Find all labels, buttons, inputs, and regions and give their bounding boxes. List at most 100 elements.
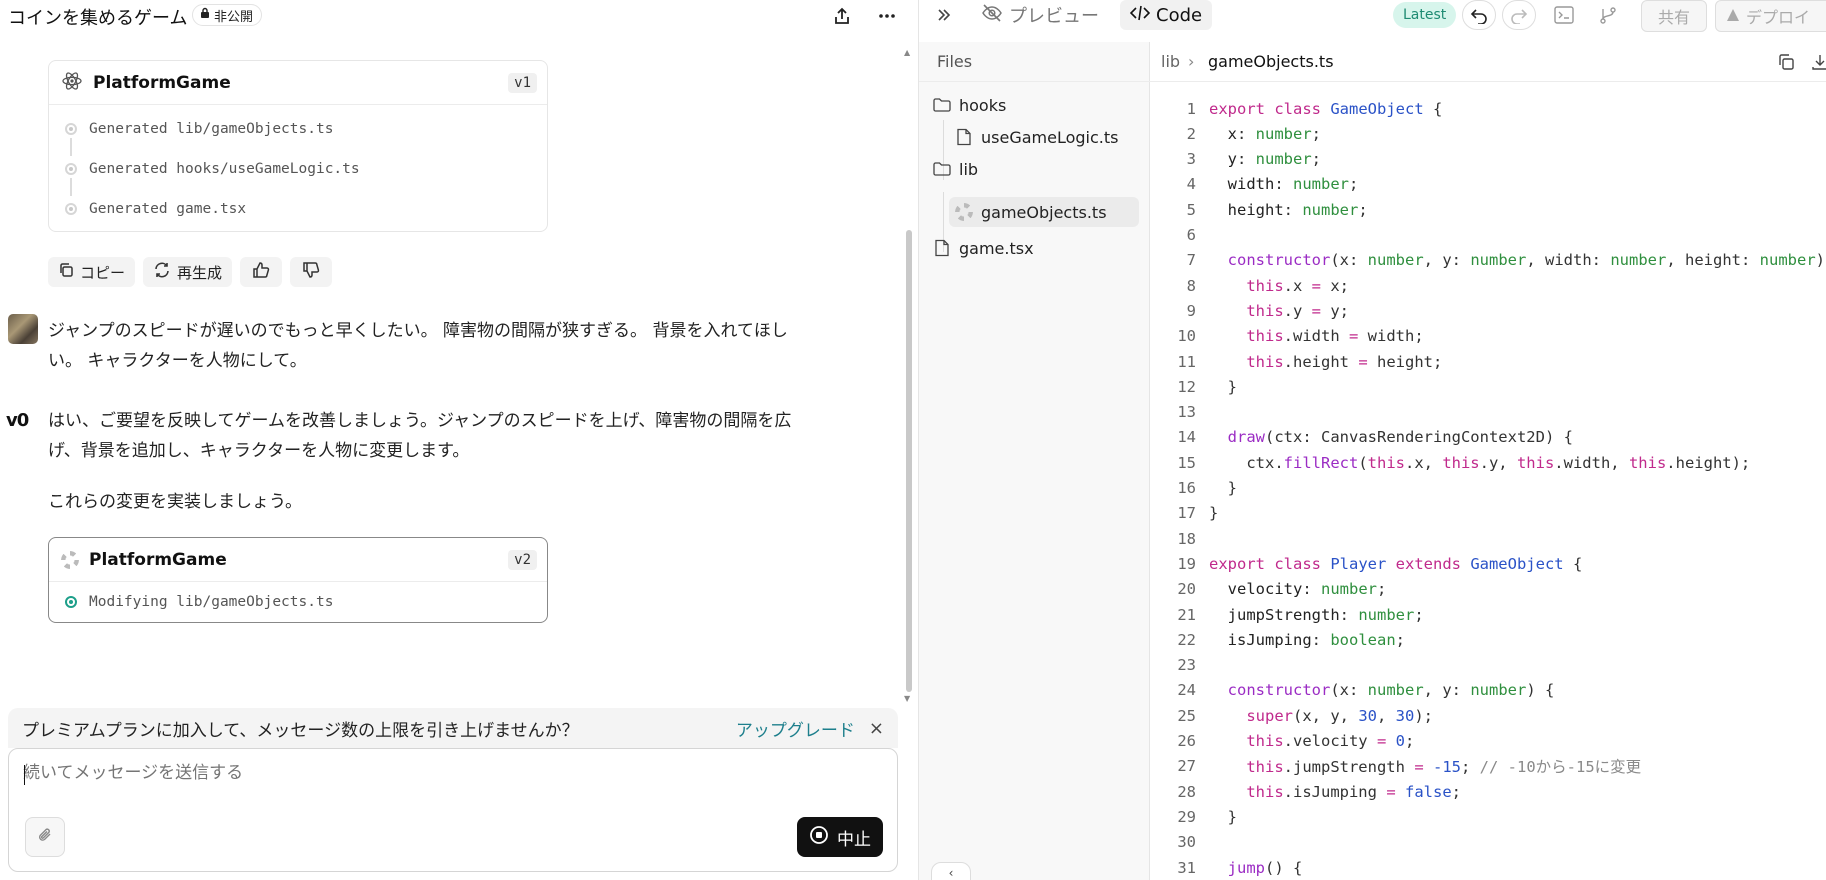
code-line: 31 jump() { [1150, 855, 1826, 880]
upgrade-link[interactable]: アップグレード [736, 716, 855, 741]
tree-file-useGameLogic[interactable]: useGameLogic.ts [955, 122, 1139, 152]
code-text: export class GameObject { [1209, 99, 1443, 118]
user-avatar [8, 314, 38, 344]
latest-badge: Latest [1393, 2, 1457, 28]
code-line: 4 width: number; [1150, 172, 1826, 197]
card-header: PlatformGame v1 [49, 61, 547, 105]
line-number: 2 [1186, 124, 1196, 143]
code-line: 24 constructor(x: number, y: number) { [1150, 678, 1826, 703]
line-number: 14 [1177, 428, 1196, 447]
close-upsell-icon[interactable]: × [869, 718, 884, 739]
deploy-button[interactable]: デプロイ [1715, 0, 1826, 32]
copy-code-icon[interactable] [1776, 52, 1796, 72]
code-text: isJumping: boolean; [1209, 630, 1405, 649]
copy-label: コピー [80, 263, 126, 282]
copy-button[interactable]: コピー [48, 257, 136, 287]
tree-folder-lib[interactable]: lib [933, 154, 1139, 184]
regenerate-button[interactable]: 再生成 [143, 257, 233, 287]
git-branch-icon[interactable] [1591, 0, 1625, 30]
artifact-card-v1[interactable]: PlatformGame v1 Generated lib/gameObject… [48, 60, 548, 232]
chat-scrollbar-thumb[interactable] [906, 230, 912, 692]
tab-preview-label: プレビュー [1009, 6, 1099, 27]
thumbs-up-button[interactable] [240, 257, 283, 287]
tree-label: lib [959, 159, 979, 179]
thumbs-up-icon [252, 261, 270, 283]
v0-logo-icon: v0 [6, 410, 29, 431]
file-icon [955, 128, 973, 146]
line-number: 31 [1177, 858, 1196, 877]
download-icon[interactable] [1810, 52, 1826, 72]
scroll-up-arrow-icon[interactable]: ▲ [904, 48, 910, 57]
line-number: 23 [1177, 656, 1196, 675]
code-text: draw(ctx: CanvasRenderingContext2D) { [1209, 428, 1573, 447]
line-number: 27 [1177, 757, 1196, 776]
chat-pane: コインを集めるゲーム 非公開 PlatformGame v1 Generated… [0, 0, 918, 880]
code-text: ctx.fillRect(this.x, this.y, this.width,… [1209, 453, 1751, 472]
card-header: PlatformGame v2 [49, 538, 547, 582]
more-options-icon[interactable] [875, 4, 899, 28]
code-text: } [1209, 807, 1237, 826]
version-badge: v2 [508, 549, 537, 570]
collapse-panel-icon[interactable]: ‹ [931, 862, 971, 880]
code-line: 26 this.velocity = 0; [1150, 729, 1826, 754]
code-line: 2 x: number; [1150, 121, 1826, 146]
code-text: this.velocity = 0; [1209, 732, 1415, 750]
code-text: this.width = width; [1209, 327, 1424, 346]
step-item: Generated game.tsx [49, 189, 547, 229]
tree-folder-hooks[interactable]: hooks [933, 90, 1139, 120]
code-line: 19 export class Player extends GameObject… [1150, 551, 1826, 576]
code-line: 18 [1150, 526, 1826, 551]
chat-title[interactable]: コインを集めるゲーム [8, 4, 187, 30]
visibility-badge[interactable]: 非公開 [192, 4, 263, 26]
code-editor[interactable]: 1 export class GameObject {2 x: number; 3 … [1150, 96, 1826, 880]
code-text: jump() { [1209, 858, 1303, 877]
artifact-card-v2[interactable]: PlatformGame v2 Modifying lib/gameObject… [48, 537, 548, 623]
code-text: this.jumpStrength = -15; // -10から-15に変更 [1209, 758, 1642, 777]
scroll-down-arrow-icon[interactable]: ▼ [904, 694, 910, 703]
code-line: 12 } [1150, 374, 1826, 399]
step-item: Modifying lib/gameObjects.ts [49, 582, 547, 622]
stop-button[interactable]: 中止 [797, 817, 883, 857]
code-icon [1129, 4, 1151, 27]
tab-code-label: Code [1156, 4, 1203, 26]
code-line: 23 [1150, 653, 1826, 678]
code-text: constructor(x: number, y: number, width:… [1209, 251, 1825, 270]
regenerate-label: 再生成 [177, 263, 223, 282]
share-button[interactable]: 共有 [1641, 0, 1707, 32]
line-number: 29 [1177, 807, 1196, 826]
tab-preview[interactable]: プレビュー [981, 0, 1099, 30]
workspace-pane: プレビュー Code Latest 共有 デプロイ Files hooks us… [918, 0, 1826, 880]
user-message: ジャンプのスピードが遅いのでもっと早くしたい。 障害物の間隔が狭すぎる。 背景を… [48, 321, 788, 371]
message-input[interactable] [23, 763, 843, 783]
chat-header: コインを集めるゲーム 非公開 [0, 0, 918, 30]
refresh-icon [153, 261, 171, 283]
attach-button[interactable] [25, 817, 65, 857]
breadcrumb-folder[interactable]: lib [1161, 52, 1180, 71]
copy-icon [58, 262, 74, 282]
stop-label: 中止 [837, 829, 871, 850]
tree-file-gameObjects[interactable]: gameObjects.ts [949, 197, 1139, 227]
code-line: 10 this.width = width; [1150, 324, 1826, 349]
redo-icon[interactable] [1502, 0, 1536, 30]
breadcrumb-file: gameObjects.ts [1208, 52, 1334, 71]
step-label: Modifying lib/gameObjects.ts [89, 594, 334, 610]
collapse-sidebar-icon[interactable] [935, 0, 953, 30]
terminal-icon[interactable] [1547, 0, 1581, 30]
upsell-banner: プレミアムプランに加入して、メッセージ数の上限を引き上げませんか？ アップグレー… [8, 708, 898, 748]
code-line: 27 this.jumpStrength = -15; // -10から-15に… [1150, 754, 1826, 779]
card-steps: Modifying lib/gameObjects.ts [49, 582, 547, 622]
message-actions: コピー 再生成 [48, 257, 333, 287]
tab-code[interactable]: Code [1120, 0, 1213, 30]
code-line: 9 this.y = y; [1150, 298, 1826, 323]
thumbs-down-button[interactable] [290, 257, 333, 287]
code-line: 28 this.isJumping = false; [1150, 779, 1826, 804]
folder-icon [933, 96, 951, 114]
line-number: 26 [1177, 732, 1196, 750]
lock-icon [199, 7, 211, 23]
share-icon[interactable] [830, 4, 854, 28]
code-line: 29 } [1150, 804, 1826, 829]
tree-file-game[interactable]: game.tsx [933, 233, 1139, 263]
undo-icon[interactable] [1462, 0, 1496, 30]
upsell-text: プレミアムプランに加入して、メッセージ数の上限を引き上げませんか？ [22, 720, 579, 741]
code-text: this.height = height; [1209, 352, 1443, 371]
